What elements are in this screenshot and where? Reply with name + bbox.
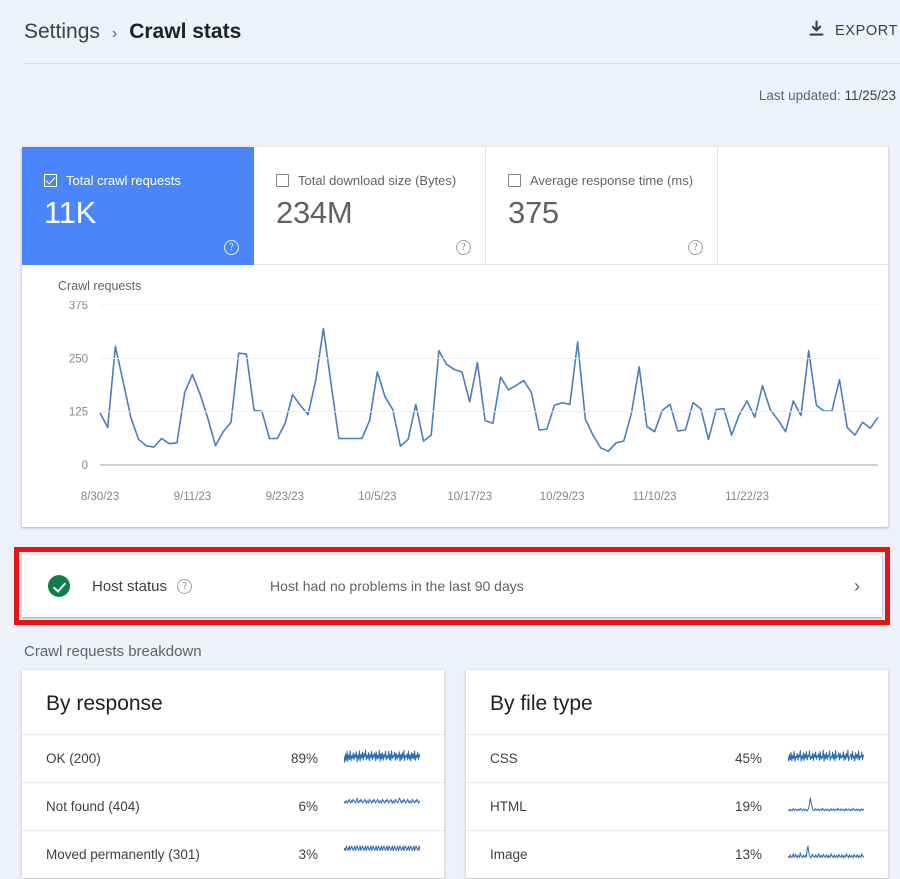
metric-header: Total download size (Bytes) [276,173,467,188]
breakdown-row[interactable]: Not found (404) 6% [22,782,444,830]
sparkline-chart [344,748,420,770]
breakdown-row-label: Not found (404) [46,799,140,814]
metric-header: Average response time (ms) [508,173,699,188]
breakdown-row-label: Moved permanently (301) [46,847,200,862]
help-icon[interactable]: ? [456,240,471,255]
sparkline-chart [788,796,864,818]
breakdown-row-label: HTML [490,799,527,814]
breakdown-row-percent: 89% [290,751,318,766]
breakdown-row[interactable]: CSS 45% [466,734,888,782]
check-circle-icon [48,575,70,597]
sparkline-chart [344,844,420,866]
breakdown-row[interactable]: HTML 19% [466,782,888,830]
header-divider [24,63,900,64]
host-status-row[interactable]: Host status ? Host had no problems in th… [22,555,882,617]
breakdown-card: By response OK (200) 89% Not found (404) 6% M… [22,670,444,878]
metric-total-download-size[interactable]: Total download size (Bytes) 234M ? [254,147,486,265]
metric-tabs: Total crawl requests 11K ? Total downloa… [22,147,888,265]
breakdown-row[interactable]: OK (200) 89% [22,734,444,782]
sparkline-chart [788,748,864,770]
host-status-message: Host had no problems in the last 90 days [270,578,524,594]
export-button[interactable]: EXPORT [800,16,900,45]
last-updated-label: Last updated: [758,88,841,103]
breakdown-card-title: By response [46,692,163,715]
metric-label: Average response time (ms) [530,173,694,188]
breakdown-cards: By response OK (200) 89% Not found (404) 6% M… [22,670,888,878]
x-axis-tick: 9/11/23 [173,491,212,503]
page-title: Crawl stats [129,20,242,43]
page-header: Settings › Crawl stats EXPORT [0,0,900,64]
export-label: EXPORT [835,22,898,39]
checkbox-unchecked-icon[interactable] [508,174,521,187]
breakdown-row-percent: 19% [734,799,762,814]
host-status-title: Host status [92,577,168,595]
host-status-highlight: Host status ? Host had no problems in th… [14,547,890,625]
metric-total-crawl-requests[interactable]: Total crawl requests 11K ? [22,147,254,265]
chart-plot-area [99,327,879,453]
checkbox-checked-icon[interactable] [44,174,57,187]
x-axis-tick: 11/10/23 [632,491,677,503]
metric-value: 234M [276,195,353,230]
chart-series-label: Crawl requests [58,279,142,293]
breakdown-row-percent: 6% [298,799,318,814]
breakdown-card-title: By file type [490,692,593,715]
breakdown-row[interactable]: Image 13% [466,830,888,878]
x-axis-tick: 8/30/23 [80,491,120,503]
chart-x-axis: 8/30/23 9/11/23 9/23/23 10/5/23 10/17/23 10/2… [22,491,888,511]
help-icon[interactable]: ? [688,240,703,255]
x-axis-tick: 10/29/23 [539,491,585,503]
metric-header: Total crawl requests [44,173,235,188]
last-updated: Last updated: 11/25/23 [0,64,900,103]
breakdown-card: By file type CSS 45% HTML 19% Image 13% [466,670,888,878]
breakdown-row-label: CSS [490,751,518,766]
download-icon [808,20,825,41]
metric-value: 11K [44,195,96,230]
x-axis-tick: 11/22/23 [725,491,770,503]
breadcrumb-separator-icon: › [111,25,118,42]
breadcrumb: Settings › Crawl stats [0,20,241,44]
sparkline-chart [788,844,864,866]
x-axis-tick: 10/5/23 [358,491,397,503]
x-axis-tick: 9/23/23 [265,491,305,503]
breakdown-row-label: Image [490,847,528,862]
sparkline-chart [344,796,420,818]
breakdown-section-title: Crawl requests breakdown [24,643,202,660]
breakdown-row-percent: 45% [734,751,762,766]
breakdown-row-label: OK (200) [46,751,101,766]
breakdown-row[interactable]: Moved permanently (301) 3% [22,830,444,878]
metric-empty-slot [718,147,888,265]
metric-value: 375 [508,195,559,230]
crawl-requests-chart: Crawl requests 0 125 250 375 8/30/23 9/11/23… [22,265,888,526]
breakdown-row-percent: 13% [734,847,762,862]
x-axis-tick: 10/17/23 [447,491,493,503]
metric-label: Total download size (Bytes) [298,173,457,188]
metric-average-response-time[interactable]: Average response time (ms) 375 ? [486,147,718,265]
crawl-stats-card: Total crawl requests 11K ? Total downloa… [22,147,888,527]
last-updated-value: 11/25/23 [844,88,896,103]
chevron-right-icon[interactable]: › [854,577,860,595]
help-icon[interactable]: ? [224,240,239,255]
breadcrumb-settings[interactable]: Settings [24,20,100,44]
breakdown-row-percent: 3% [298,847,318,862]
help-icon[interactable]: ? [177,578,193,594]
metric-label: Total crawl requests [66,173,181,188]
checkbox-unchecked-icon[interactable] [276,174,289,187]
